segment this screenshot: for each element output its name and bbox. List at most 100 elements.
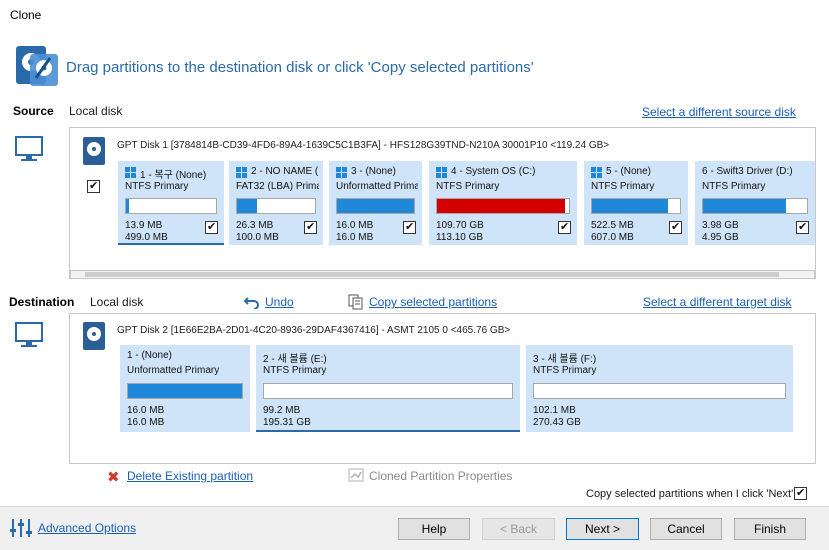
- partition-select-checkbox[interactable]: [669, 220, 682, 234]
- partition-total-size: 16.0 MB: [336, 232, 374, 243]
- finish-button[interactable]: Finish: [734, 518, 806, 540]
- destination-disk-title: GPT Disk 2 [1E66E2BA-2D01-4C20-8936-29DA…: [117, 325, 511, 336]
- partition-used-size: 522.5 MB: [591, 220, 634, 231]
- partition-total-size: 16.0 MB: [127, 417, 165, 428]
- back-button[interactable]: < Back: [482, 518, 555, 540]
- partition-filesystem: FAT32 (LBA) Primar: [236, 181, 319, 192]
- partition-name: 3 - 새 볼륨 (F:): [533, 354, 597, 365]
- partition-usage-bar: [127, 383, 243, 399]
- partition-total-size: 195.31 GB: [263, 417, 311, 428]
- partition-used-size: 3.98 GB: [702, 220, 739, 231]
- partition-name: 2 - NO NAME (: [251, 166, 319, 177]
- cloned-partition-properties-link: Cloned Partition Properties: [369, 469, 513, 483]
- source-partition-1[interactable]: 1 - 복구 (None) NTFS Primary 13.9 MB 499.0 MB: [118, 161, 224, 245]
- source-monitor-icon: [14, 134, 44, 167]
- partition-used-size: 16.0 MB: [127, 405, 165, 416]
- partition-select-checkbox[interactable]: [205, 220, 218, 234]
- clone-wizard-icon: [14, 44, 60, 90]
- partition-usage-bar: [533, 383, 786, 399]
- source-partition-4[interactable]: 4 - System OS (C:) NTFS Primary 109.70 GB 1…: [429, 161, 577, 245]
- windows-partition-icon: [336, 167, 347, 178]
- windows-partition-icon: [436, 167, 447, 178]
- partition-usage-bar: [436, 198, 570, 214]
- partition-select-checkbox[interactable]: [403, 220, 416, 234]
- copy-when-next-label: Copy selected partitions when I click 'N…: [586, 488, 794, 500]
- source-label: Source: [13, 104, 54, 118]
- destination-partition-1[interactable]: 1 - (None) Unformatted Primary 16.0 MB 16.0…: [120, 345, 250, 432]
- advanced-options-link[interactable]: Advanced Options: [38, 521, 136, 535]
- delete-existing-partition-link[interactable]: Delete Existing partition: [127, 469, 253, 483]
- next-button[interactable]: Next >: [566, 518, 639, 540]
- cancel-button[interactable]: Cancel: [650, 518, 722, 540]
- destination-monitor-icon: [14, 320, 44, 353]
- source-partition-5[interactable]: 5 - (None) NTFS Primary 522.5 MB 607.0 MB: [584, 161, 688, 245]
- partition-select-checkbox[interactable]: [558, 220, 571, 234]
- undo-link[interactable]: Undo: [265, 295, 294, 309]
- partition-usage-bar: [336, 198, 415, 214]
- partition-name: 6 - Swift3 Driver (D:): [702, 166, 793, 177]
- partition-used-size: 109.70 GB: [436, 220, 484, 231]
- select-target-disk-link[interactable]: Select a different target disk: [643, 295, 792, 309]
- select-source-disk-link[interactable]: Select a different source disk: [642, 105, 796, 119]
- partition-total-size: 270.43 GB: [533, 417, 581, 428]
- partition-filesystem: NTFS Primary: [591, 181, 655, 192]
- scroll-thumb[interactable]: [85, 272, 779, 277]
- usage-fill: [128, 384, 242, 398]
- partition-filesystem: NTFS Primary: [533, 365, 597, 376]
- partition-filesystem: Unformatted Primary: [127, 365, 220, 376]
- windows-partition-icon: [591, 167, 602, 178]
- partition-name: 1 - 복구 (None): [140, 170, 207, 181]
- usage-fill: [237, 199, 258, 213]
- partition-used-size: 16.0 MB: [336, 220, 374, 231]
- delete-icon[interactable]: ✖: [107, 468, 120, 486]
- windows-partition-icon: [125, 167, 136, 178]
- partition-total-size: 4.95 GB: [702, 232, 739, 243]
- windows-partition-icon: [236, 167, 247, 178]
- partition-select-checkbox[interactable]: [796, 220, 809, 234]
- destination-hdd-icon: [83, 322, 105, 350]
- partition-filesystem: NTFS Primary: [125, 181, 189, 192]
- partition-total-size: 499.0 MB: [125, 232, 168, 243]
- source-partition-6[interactable]: 6 - Swift3 Driver (D:) NTFS Primary 3.98 G…: [695, 161, 815, 245]
- usage-fill: [337, 199, 414, 213]
- advanced-options-icon[interactable]: [9, 517, 33, 542]
- destination-partition-2[interactable]: 2 - 새 볼륨 (E:) NTFS Primary 99.2 MB 195.31 G…: [256, 345, 520, 432]
- partition-usage-bar: [591, 198, 681, 214]
- partition-used-size: 13.9 MB: [125, 220, 163, 231]
- source-disk-panel: GPT Disk 1 [3784814B-CD39-4FD6-89A4-1639…: [69, 127, 816, 279]
- source-sublabel: Local disk: [69, 104, 123, 118]
- destination-sublabel: Local disk: [90, 295, 144, 309]
- partition-usage-bar: [263, 383, 513, 399]
- source-partition-2[interactable]: 2 - NO NAME (FAT32 (LBA) Primar 26.3 MB 10…: [229, 161, 323, 245]
- partition-filesystem: Unformatted Primary: [336, 181, 418, 192]
- partition-usage-bar: [236, 198, 316, 214]
- destination-disk-panel: GPT Disk 2 [1E66E2BA-2D01-4C20-8936-29DA…: [69, 313, 816, 464]
- partition-usage-bar: [702, 198, 808, 214]
- partition-name: 1 - (None): [127, 350, 173, 361]
- copy-partitions-icon[interactable]: [348, 294, 364, 313]
- source-hdd-icon: [83, 137, 105, 165]
- source-horizontal-scrollbar[interactable]: [70, 270, 815, 279]
- usage-fill: [437, 199, 566, 213]
- usage-fill: [126, 199, 129, 213]
- partition-name: 4 - System OS (C:): [451, 166, 536, 177]
- usage-fill: [703, 199, 787, 213]
- copy-when-next-checkbox[interactable]: [794, 486, 807, 500]
- partition-total-size: 607.0 MB: [591, 232, 634, 243]
- copy-selected-partitions-link[interactable]: Copy selected partitions: [369, 295, 497, 309]
- undo-icon[interactable]: [243, 295, 260, 312]
- partition-total-size: 100.0 MB: [236, 232, 279, 243]
- partition-name: 2 - 새 볼륨 (E:): [263, 354, 327, 365]
- partition-usage-bar: [125, 198, 217, 214]
- partition-select-checkbox[interactable]: [304, 220, 317, 234]
- source-partition-3[interactable]: 3 - (None) Unformatted Primary 16.0 MB16.0…: [329, 161, 422, 245]
- partition-name: 3 - (None): [351, 166, 397, 177]
- window-title: Clone: [10, 8, 42, 22]
- partition-total-size: 113.10 GB: [436, 232, 484, 243]
- partition-used-size: 102.1 MB: [533, 405, 576, 416]
- partition-filesystem: NTFS Primary: [702, 181, 766, 192]
- help-button[interactable]: Help: [398, 518, 470, 540]
- partition-filesystem: NTFS Primary: [263, 365, 327, 376]
- destination-partition-3[interactable]: 3 - 새 볼륨 (F:) NTFS Primary 102.1 MB 270.43 …: [526, 345, 793, 432]
- source-select-all-checkbox[interactable]: [87, 179, 100, 193]
